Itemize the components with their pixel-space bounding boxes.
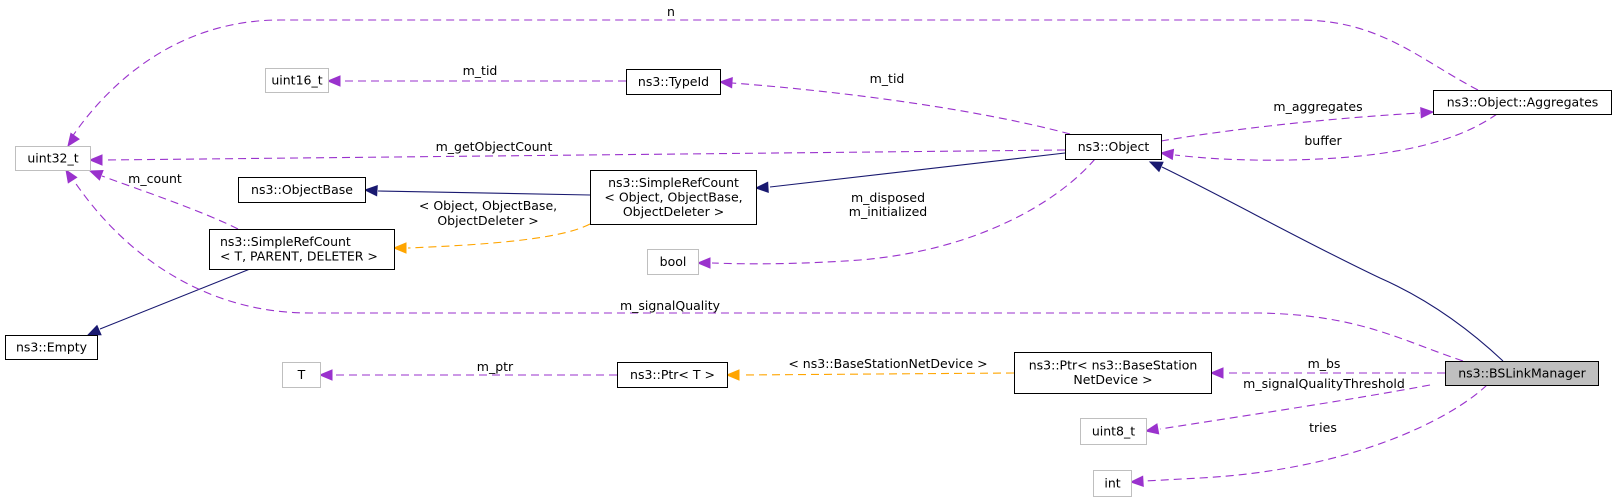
arrowhead-icon [718,77,733,89]
edge-label: buffer [1304,133,1342,148]
template-edge-line [740,372,1015,376]
node-label: ns3::Ptr< T > [630,367,715,382]
node-srct[interactable]: ns3::SimpleRefCount< T, PARENT, DELETER … [209,229,395,270]
edge-label: m_ptr [477,359,514,374]
arrowhead-icon [1148,161,1164,173]
arrowhead-icon [1144,423,1160,435]
edge-label: m_signalQuality [620,298,721,313]
inheritance-edge-line [1161,166,1504,362]
node-label: ns3::TypeId [638,74,709,89]
edge-label: < ns3::BaseStationNetDevice > [788,356,987,371]
arrowhead-icon [392,242,407,254]
arrowhead-icon [86,324,102,336]
edge-label: n [667,4,675,19]
node-label: ns3::SimpleRefCount [220,234,351,249]
node-int[interactable]: int [1093,470,1132,497]
edge-label: m_getObjectCount [436,139,553,154]
arrowhead-icon [696,257,711,269]
node-label: uint16_t [271,72,322,87]
arrowhead-icon [1209,367,1224,379]
edge-buffer: buffer [1159,113,1498,161]
member-edge-line [1160,112,1421,142]
node-label: int [1104,475,1120,490]
member-edge-line [731,82,1071,135]
node-label: ns3::BSLinkManager [1458,365,1586,380]
arrowhead-icon [725,369,740,381]
node-label: bool [660,254,687,269]
node-label: NetDevice > [1073,372,1152,387]
node-uint8_t[interactable]: uint8_t [1080,418,1147,445]
edge-m_bs: m_bs [1209,356,1445,379]
edge-inherit_object_src [754,152,1066,194]
edge-label: m_count [128,171,182,186]
node-empty[interactable]: ns3::Empty [5,335,98,360]
arrowhead-icon [363,185,378,197]
node-label: ns3::Object::Aggregates [1447,94,1599,109]
node-srcobj[interactable]: ns3::SimpleRefCount< Object, ObjectBase,… [590,170,757,225]
node-label: ns3::Ptr< ns3::BaseStation [1029,358,1198,373]
collaboration-diagram: n m_tid m_tid m_aggregatesbuffer m_getObject… [5,4,1612,497]
node-label: < T, PARENT, DELETER > [220,249,378,264]
edge-label: m_tid [463,63,498,78]
node-object[interactable]: ns3::Object [1065,134,1162,160]
edge-label: < Object, ObjectBase, [419,198,557,213]
edge-label: m_disposed [851,190,925,205]
edge-inherit_bslm_object [1148,161,1504,362]
node-label: ns3::Object [1078,139,1150,154]
node-T[interactable]: T [282,362,321,388]
edge-template_ptr: < ns3::BaseStationNetDevice > [725,356,1015,381]
node-objectbase[interactable]: ns3::ObjectBase [238,177,366,203]
arrowhead-icon [88,170,104,181]
arrowhead-icon [65,168,78,184]
node-ptrbs[interactable]: ns3::Ptr< ns3::BaseStationNetDevice > [1014,352,1212,394]
edge-label: m_tid [870,71,905,86]
arrowhead-icon [326,75,341,87]
edge-m_getObjectCount: m_getObjectCount [88,139,1066,166]
edge-m_ptr: m_ptr [318,359,617,381]
edge-m_tid_1: m_tid [326,63,626,87]
edge-label: ObjectDeleter > [437,213,538,228]
node-label: T [297,367,306,382]
edge-inherit_srct_empty [86,268,251,336]
nodes-layer: uint32_tuint16_t ns3::TypeIdns3::Objectns… [5,68,1612,497]
arrowhead-icon [88,154,103,166]
node-label: ns3::SimpleRefCount [608,175,739,190]
edge-label: m_initialized [849,204,927,219]
inheritance-edge-line [769,152,1066,188]
arrowhead-icon [67,132,80,148]
inheritance-edge-line [99,268,251,330]
node-typeid[interactable]: ns3::TypeId [626,69,721,95]
node-label: < Object, ObjectBase, [604,189,742,204]
arrowhead-icon [1420,106,1435,119]
edge-label: m_bs [1308,356,1341,371]
edge-m_disposed: m_disposedm_initialized [696,158,1096,269]
node-label: uint8_t [1092,423,1135,438]
edge-m_aggregates: m_aggregates [1160,99,1435,142]
arrowhead-icon [1129,475,1144,488]
member-edge-line [104,149,1066,161]
edge-label: tries [1309,420,1337,435]
inheritance-edge-line [377,190,591,196]
arrowhead-icon [754,181,769,194]
node-bool[interactable]: bool [647,249,699,275]
node-label: uint32_t [27,150,78,165]
node-bslm[interactable]: ns3::BSLinkManager [1445,361,1599,386]
arrowhead-icon [1159,148,1175,161]
node-uint32_t[interactable]: uint32_t [15,146,91,171]
node-label: ObjectDeleter > [623,204,724,219]
node-aggregates[interactable]: ns3::Object::Aggregates [1433,90,1612,115]
edge-m_count: m_count [88,170,239,230]
edge-m_tid_2: m_tid [718,71,1071,135]
node-uint16_t[interactable]: uint16_t [265,68,329,93]
node-ptrT[interactable]: ns3::Ptr< T > [617,362,728,388]
arrowhead-icon [318,369,333,381]
edge-label: m_signalQualityThreshold [1243,376,1405,391]
edge-label: m_aggregates [1273,99,1362,114]
node-label: ns3::ObjectBase [251,182,353,197]
edge-inherit_src_objectbase [363,185,591,197]
node-label: ns3::Empty [16,339,88,354]
edge-tries: tries [1129,384,1488,488]
edge-template_src: < Object, ObjectBase,ObjectDeleter > [392,198,591,254]
